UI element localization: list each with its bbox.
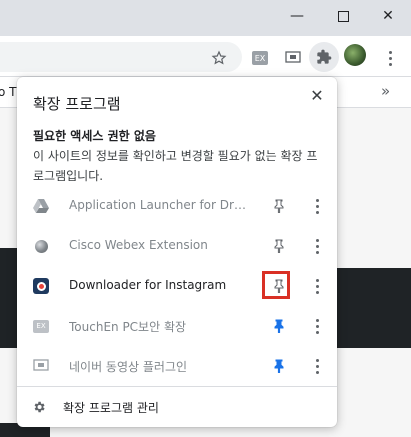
close-icon[interactable]: ✕ <box>307 85 327 105</box>
extension-name: Cisco Webex Extension <box>69 238 208 252</box>
instagram-downloader-icon <box>33 278 49 294</box>
bookmark-partial-label[interactable]: o T <box>0 85 17 99</box>
popup-title: 확장 프로그램 <box>33 95 121 113</box>
extension-menu-icon[interactable] <box>309 356 325 376</box>
pin-icon[interactable] <box>269 276 289 296</box>
extension-menu-icon[interactable] <box>309 196 325 216</box>
section-description: 이 사이트의 정보를 확인하고 변경할 필요가 없는 확장 프로그램입니다. <box>33 149 318 183</box>
page-dark-block-1 <box>0 248 17 348</box>
extension-row-naver-video[interactable]: 네이버 동영상 플러그인 <box>17 346 337 386</box>
extension-row-drive[interactable]: Application Launcher for Drive... <box>17 186 337 226</box>
maximize-icon <box>337 10 349 22</box>
extension-row-touchen[interactable]: EX TouchEn PC보안 확장 <box>17 306 337 346</box>
extension-name: TouchEn PC보안 확장 <box>69 320 187 334</box>
touchen-ex-icon[interactable]: EX <box>248 46 272 70</box>
extension-menu-icon[interactable] <box>309 236 325 256</box>
close-window-button[interactable]: ✕ <box>365 0 411 32</box>
extensions-popup: 확장 프로그램 ✕ 필요한 액세스 권한 없음 이 사이트의 정보를 확인하고 … <box>17 77 337 427</box>
extension-name: Downloader for Instagram <box>69 278 227 292</box>
maximize-button[interactable] <box>320 0 366 32</box>
section-heading: 필요한 액세스 권한 없음 <box>33 129 156 143</box>
extension-name: Application Launcher for Drive... <box>69 198 249 212</box>
browser-toolbar: EX <box>0 36 411 77</box>
manage-extensions-button[interactable]: 확장 프로그램 관리 <box>17 387 337 427</box>
pin-icon[interactable] <box>269 196 289 216</box>
extension-menu-icon[interactable] <box>309 316 325 336</box>
touchen-ex-icon: EX <box>33 318 49 334</box>
window-titlebar: — ✕ <box>0 0 411 36</box>
address-bar[interactable] <box>0 42 242 72</box>
extension-row-webex[interactable]: Cisco Webex Extension <box>17 226 337 266</box>
star-icon[interactable] <box>207 46 231 70</box>
naver-video-icon <box>33 358 49 374</box>
pin-icon-pinned[interactable] <box>269 316 289 336</box>
extensions-puzzle-icon[interactable] <box>309 42 339 72</box>
bookmarks-overflow-button[interactable]: » <box>381 82 390 100</box>
extension-name: 네이버 동영상 플러그인 <box>69 360 188 374</box>
extension-row-instagram-downloader[interactable]: Downloader for Instagram <box>17 266 337 306</box>
manage-extensions-label: 확장 프로그램 관리 <box>63 401 159 415</box>
profile-avatar[interactable] <box>344 44 366 66</box>
drive-icon <box>33 198 49 214</box>
pin-icon[interactable] <box>269 236 289 256</box>
naver-video-icon[interactable] <box>281 46 305 70</box>
extension-menu-icon[interactable] <box>309 276 325 296</box>
webex-icon <box>33 238 49 254</box>
menu-kebab-icon[interactable] <box>378 46 402 70</box>
minimize-button[interactable]: — <box>274 0 320 32</box>
gear-icon <box>31 399 47 415</box>
page-dark-block-2 <box>337 268 411 348</box>
pin-icon-pinned[interactable] <box>269 356 289 376</box>
